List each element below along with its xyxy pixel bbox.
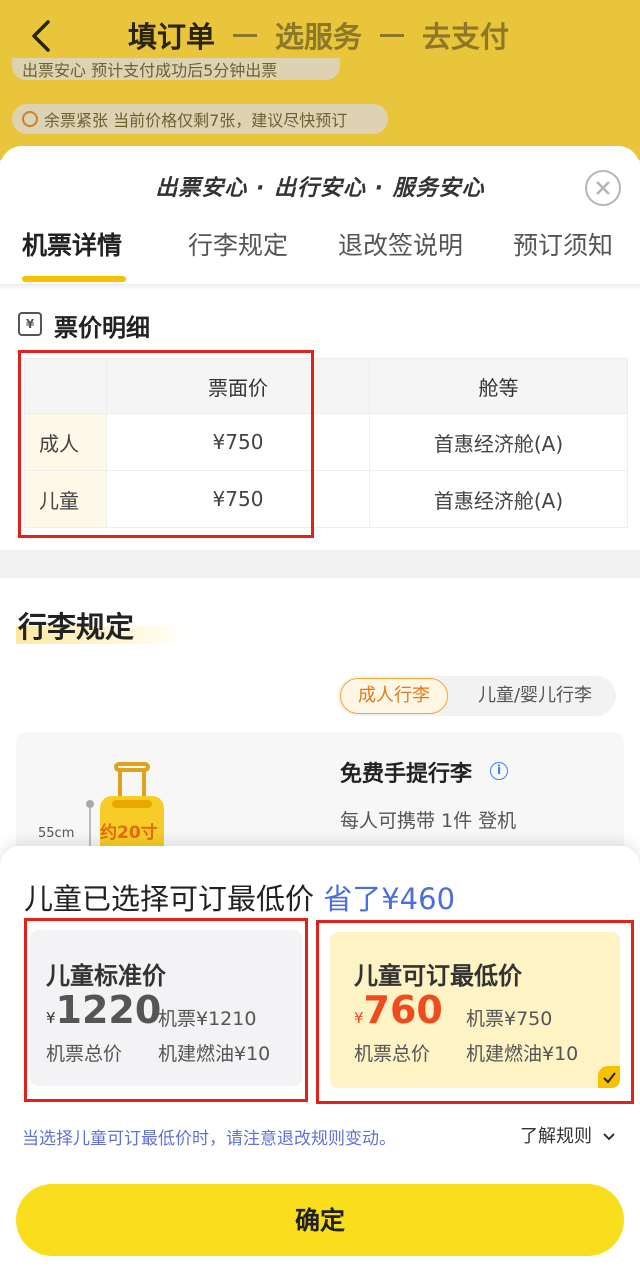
progress-steps: 填订单 选服务 去支付 xyxy=(128,14,509,56)
saved-amount: 省了¥460 xyxy=(323,882,456,916)
notice-text: 出票安心 预计支付成功后5分钟出票 xyxy=(22,61,278,80)
dialog-title: 儿童已选择可订最低价 省了¥460 xyxy=(24,876,455,918)
rule-change-note: 当选择儿童可订最低价时，请注意退改规则变动。 xyxy=(22,1129,396,1149)
chevron-down-icon xyxy=(603,1133,615,1141)
section-gap xyxy=(0,550,640,578)
back-arrow-icon[interactable] xyxy=(26,18,62,54)
rules-link[interactable]: 了解规则 xyxy=(520,1122,616,1148)
dialog-title-text: 儿童已选择可订最低价 xyxy=(24,882,315,916)
info-icon[interactable]: i xyxy=(490,762,508,780)
step-separator xyxy=(233,33,258,37)
tab-refund-change[interactable]: 退改签说明 xyxy=(338,226,463,262)
highlight-box-price-table xyxy=(18,350,314,538)
carry-on-title: 免费手提行李 xyxy=(340,762,473,787)
carry-on-description: 每人可携带 1件 登机 xyxy=(340,810,517,832)
receipt-icon: ¥ xyxy=(18,312,42,336)
confirm-button[interactable]: 确定 xyxy=(16,1184,624,1256)
highlight-box-standard xyxy=(24,918,308,1102)
tab-baggage[interactable]: 行李规定 xyxy=(188,226,288,262)
baggage-section-title: 行李规定 xyxy=(18,610,135,644)
notice-pill-ticketing: 出票安心 预计支付成功后5分钟出票 xyxy=(12,58,340,80)
notice-text: 余票紧张 当前价格仅剩7张，建议尽快预订 xyxy=(44,111,348,130)
step-select-service: 选服务 xyxy=(275,20,363,54)
step-fill-order: 填订单 xyxy=(128,20,216,54)
active-tab-indicator xyxy=(22,276,126,282)
toggle-adult-baggage[interactable]: 成人行李 xyxy=(340,678,448,714)
size-badge: 约20寸 xyxy=(100,823,158,843)
cabin-cell: 首惠经济舱(A) xyxy=(369,413,628,471)
step-separator xyxy=(380,33,405,37)
detail-tabs: 机票详情 行李规定 退改签说明 预订须知 xyxy=(0,226,640,278)
step-pay: 去支付 xyxy=(422,20,510,54)
sheet-title: 出票安心 · 出行安心 · 服务安心 xyxy=(155,176,485,201)
dimension-label: 55cm xyxy=(38,826,75,841)
tab-flight-details[interactable]: 机票详情 xyxy=(22,226,122,262)
close-button[interactable] xyxy=(585,170,621,206)
notice-pill-low-stock: 余票紧张 当前价格仅剩7张，建议尽快预订 xyxy=(12,104,388,134)
table-header-cell: 舱等 xyxy=(369,358,628,414)
highlight-box-lowest xyxy=(316,920,634,1104)
price-detail-title: 票价明细 xyxy=(54,314,150,342)
dimension-marker xyxy=(86,800,94,808)
rules-link-text: 了解规则 xyxy=(520,1126,592,1147)
clock-icon xyxy=(22,111,38,127)
tab-booking-notice[interactable]: 预订须知 xyxy=(513,226,613,262)
cabin-cell: 首惠经济舱(A) xyxy=(369,470,628,528)
tab-divider xyxy=(0,284,640,290)
toggle-child-infant-baggage[interactable]: 儿童/婴儿行李 xyxy=(462,678,608,714)
close-icon xyxy=(596,181,610,195)
